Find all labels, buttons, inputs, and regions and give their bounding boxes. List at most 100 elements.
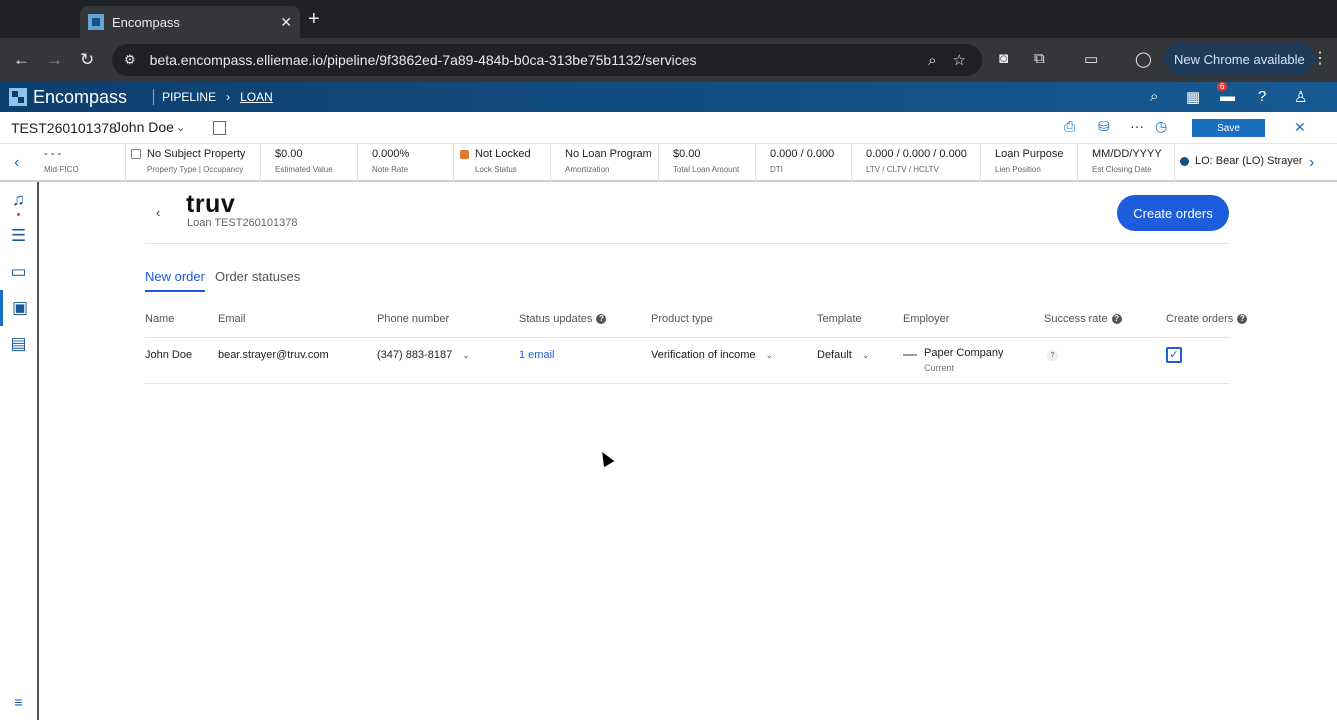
- services-icon[interactable]: ▣: [0, 290, 37, 326]
- back-chevron-icon[interactable]: ‹: [156, 205, 160, 220]
- zoom-icon[interactable]: ⌕: [928, 52, 936, 69]
- row-phone-select[interactable]: (347) 883-8187 ⌄: [377, 349, 470, 361]
- summary-property[interactable]: No Subject Property Property Type | Occu…: [126, 144, 261, 182]
- close-loan-icon[interactable]: ✕: [1294, 119, 1306, 136]
- summary-loan-program[interactable]: No Loan Program Amortization: [551, 144, 659, 182]
- row-product-type-select[interactable]: Verification of income ⌄: [651, 349, 773, 361]
- loan-summary-strip: ‹ - - - Mid-FICO No Subject Property Pro…: [0, 144, 1337, 182]
- history-clock-icon[interactable]: ◷: [1155, 118, 1167, 135]
- encompass-logo-icon: [9, 88, 27, 106]
- borrower-name[interactable]: John Doe: [114, 119, 174, 135]
- browser-tab-strip: Encompass ✕ +: [0, 0, 1337, 38]
- summary-label: Total Loan Amount: [673, 165, 740, 174]
- row-employer-name: Paper Company: [924, 347, 1004, 359]
- summary-note-rate[interactable]: 0.000% Note Rate: [358, 144, 454, 182]
- forms-list-icon[interactable]: ☰: [0, 218, 37, 254]
- header-create-orders-wrap: Create orders?: [1166, 313, 1248, 325]
- app-header: Encompass PIPELINE › LOAN: [0, 82, 1337, 112]
- summary-value: 0.000 / 0.000 / 0.000: [866, 148, 967, 160]
- save-button[interactable]: Save: [1192, 119, 1265, 137]
- back-arrow-icon[interactable]: ←: [13, 50, 30, 70]
- summary-label: Lock Status: [475, 165, 517, 174]
- tools-briefcase-icon[interactable]: ▤: [0, 326, 37, 362]
- loan-tools-icon[interactable]: ⛁: [1098, 118, 1110, 135]
- summary-value: $0.00: [275, 148, 303, 160]
- address-bar[interactable]: ⚙ beta.encompass.elliemae.io/pipeline/9f…: [112, 44, 982, 76]
- help-icon[interactable]: ?: [1111, 314, 1122, 324]
- summary-dti[interactable]: 0.000 / 0.000 DTI: [756, 144, 852, 182]
- header-create-orders: Create orders: [1166, 313, 1234, 325]
- browser-tab[interactable]: Encompass ✕: [80, 6, 300, 38]
- summary-label: Property Type | Occupancy: [147, 165, 244, 174]
- strip-scroll-right-icon[interactable]: ›: [1309, 154, 1314, 172]
- summary-label: DTI: [770, 165, 783, 174]
- chrome-menu-icon[interactable]: ⋮: [1312, 48, 1328, 68]
- summary-mid-fico[interactable]: - - - Mid-FICO: [30, 144, 126, 182]
- strip-scroll-left-icon[interactable]: ‹: [14, 154, 19, 172]
- breadcrumb-pipeline[interactable]: PIPELINE: [162, 90, 216, 104]
- expand-menu-icon[interactable]: ≡: [0, 684, 37, 720]
- breadcrumb-loan[interactable]: LOAN: [240, 90, 273, 104]
- url-text[interactable]: beta.encompass.elliemae.io/pipeline/9f38…: [150, 52, 928, 68]
- tab-order-statuses[interactable]: Order statuses: [215, 269, 300, 284]
- app-logo-text: Encompass: [33, 86, 128, 107]
- summary-value: MM/DD/YYYY: [1092, 148, 1162, 160]
- search-icon[interactable]: ⌕: [1150, 88, 1158, 105]
- site-settings-icon[interactable]: ⚙: [124, 52, 136, 68]
- chevron-down-icon: ⌄: [462, 349, 470, 360]
- row-status-updates-link[interactable]: 1 email: [519, 349, 554, 361]
- summary-value: 0.000%: [372, 148, 410, 160]
- breadcrumb-chevron-icon: ›: [226, 90, 231, 104]
- profile-icon[interactable]: ◯: [1135, 50, 1152, 68]
- summary-ltv[interactable]: 0.000 / 0.000 / 0.000 LTV / CLTV / HCLTV: [852, 144, 981, 182]
- service-page: ‹ truv Loan TEST260101378 Create orders …: [41, 182, 1337, 720]
- summary-label: Mid-FICO: [44, 165, 79, 174]
- more-options-icon[interactable]: ···: [1130, 118, 1144, 134]
- forward-arrow-icon[interactable]: →: [46, 50, 63, 70]
- close-tab-icon[interactable]: ✕: [280, 14, 292, 31]
- table-header-divider: [145, 337, 1229, 338]
- summary-value: LO: Bear (LO) Strayer: [1195, 155, 1303, 167]
- summary-closing-date[interactable]: MM/DD/YYYY Est Closing Date: [1078, 144, 1175, 182]
- header-employer: Employer: [903, 313, 950, 325]
- summary-value: No Subject Property: [147, 148, 246, 160]
- row-phone: (347) 883-8187: [377, 349, 453, 361]
- header-phone: Phone number: [377, 313, 450, 325]
- summary-label: Est Closing Date: [1092, 165, 1152, 174]
- create-orders-button[interactable]: Create orders: [1117, 195, 1229, 231]
- help-icon[interactable]: ?: [596, 314, 607, 324]
- summary-label: Estimated Value: [275, 165, 333, 174]
- loan-number: TEST260101378: [11, 120, 117, 136]
- header-status-updates: Status updates: [519, 313, 593, 325]
- row-email: bear.strayer@truv.com: [218, 349, 329, 361]
- bookmark-star-icon[interactable]: ☆: [953, 51, 966, 69]
- new-chrome-available-button[interactable]: New Chrome available: [1164, 43, 1315, 75]
- summary-value: Not Locked: [475, 148, 531, 160]
- extensions-icon[interactable]: ⧉: [1034, 50, 1045, 67]
- loan-document-icon[interactable]: [213, 121, 226, 135]
- efolder-icon[interactable]: ▭: [0, 254, 37, 290]
- row-template-select[interactable]: Default ⌄: [817, 349, 869, 361]
- house-icon: [131, 149, 141, 159]
- summary-value: 0.000 / 0.000: [770, 148, 835, 160]
- borrower-chevron-down-icon[interactable]: ⌄: [176, 121, 185, 134]
- summary-value: No Loan Program: [565, 148, 652, 160]
- summary-loan-purpose[interactable]: Loan Purpose Lien Position: [981, 144, 1078, 182]
- new-tab-icon[interactable]: +: [308, 8, 320, 31]
- help-icon[interactable]: ?: [1237, 314, 1248, 324]
- user-account-icon[interactable]: ♙: [1294, 88, 1307, 106]
- apps-grid-icon[interactable]: ▦: [1186, 88, 1200, 106]
- summary-total-loan-amount[interactable]: $0.00 Total Loan Amount: [659, 144, 756, 182]
- camera-icon[interactable]: ◙: [999, 50, 1008, 67]
- summary-loan-officer[interactable]: LO: Bear (LO) Strayer: [1175, 144, 1305, 182]
- tab-new-order[interactable]: New order: [145, 269, 205, 292]
- cast-icon[interactable]: ▭: [1084, 50, 1098, 68]
- header-divider: [153, 89, 155, 105]
- help-icon[interactable]: ?: [1258, 88, 1266, 105]
- print-icon[interactable]: ⎙: [1064, 118, 1075, 135]
- summary-estimated-value[interactable]: $0.00 Estimated Value: [261, 144, 358, 182]
- summary-lock-status[interactable]: Not Locked Lock Status: [454, 144, 551, 182]
- reload-icon[interactable]: ↻: [80, 50, 94, 70]
- header-product-type: Product type: [651, 313, 713, 325]
- create-order-checkbox[interactable]: ✓: [1166, 347, 1182, 363]
